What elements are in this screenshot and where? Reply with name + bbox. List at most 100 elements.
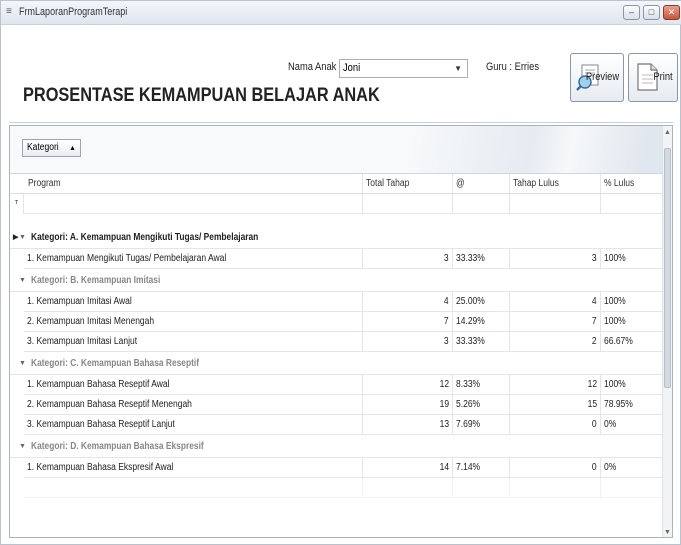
cell-at: 7.69% bbox=[453, 415, 510, 435]
scroll-thumb[interactable] bbox=[664, 148, 671, 388]
group-row[interactable]: ▼ Kategori: C. Kemampuan Bahasa Reseptif bbox=[10, 352, 664, 375]
sort-asc-icon: ▲ bbox=[69, 145, 76, 152]
app-icon: ≡ bbox=[6, 6, 12, 17]
preview-button[interactable]: Preview bbox=[570, 53, 624, 102]
cell-text: 3. Kemampuan Imitasi Lanjut bbox=[27, 336, 138, 347]
table-row[interactable]: 2. Kemampuan Bahasa Reseptif Menengah 19… bbox=[10, 395, 664, 415]
cell-at: 8.33% bbox=[453, 375, 510, 395]
cell-text: 2. Kemampuan Bahasa Reseptif Menengah bbox=[27, 399, 192, 410]
column-header-total-tahap[interactable]: Total Tahap bbox=[363, 174, 453, 194]
cell-text: 0% bbox=[604, 419, 617, 430]
group-by-kategori-label: Kategori bbox=[27, 142, 59, 153]
collapse-icon[interactable]: ▼ bbox=[19, 226, 26, 249]
cell-tahap-lulus: 3 bbox=[510, 249, 601, 269]
group-title: Kategori: A. Kemampuan Mengikuti Tugas/ … bbox=[31, 232, 259, 243]
cell-tahap-lulus: 0 bbox=[510, 458, 601, 478]
column-header-program[interactable]: Program bbox=[10, 174, 363, 194]
collapse-icon[interactable]: ▼ bbox=[19, 269, 26, 292]
table-row[interactable]: 3. Kemampuan Imitasi Lanjut 3 33.33% 2 6… bbox=[10, 332, 664, 352]
cell-persen-lulus: 0% bbox=[601, 458, 664, 478]
group-row[interactable]: ▼ Kategori: D. Kemampuan Bahasa Ekspresi… bbox=[10, 435, 664, 458]
cell-text: 1. Kemampuan Bahasa Reseptif Awal bbox=[27, 379, 170, 390]
scroll-up-icon[interactable]: ▲ bbox=[664, 129, 671, 136]
group-row[interactable]: ▶ ▼ Kategori: A. Kemampuan Mengikuti Tug… bbox=[10, 226, 664, 249]
cell-text: 7 bbox=[592, 316, 597, 327]
row-indicator-icon: ▶ bbox=[13, 234, 19, 241]
cell-at: 33.33% bbox=[453, 332, 510, 352]
column-header-at[interactable]: @ bbox=[453, 174, 510, 194]
cell-at-cut bbox=[453, 478, 510, 498]
cell-text: 1. Kemampuan Mengikuti Tugas/ Pembelajar… bbox=[27, 253, 227, 264]
table-row[interactable]: 2. Kemampuan Imitasi Menengah 7 14.29% 7… bbox=[10, 312, 664, 332]
filter-cell-program[interactable] bbox=[24, 194, 363, 214]
cell-text: @ bbox=[456, 178, 465, 189]
table-row[interactable]: 3. Kemampuan Bahasa Reseptif Lanjut 13 7… bbox=[10, 415, 664, 435]
cell-text: 0 bbox=[592, 419, 597, 430]
filter-row: ᵀ bbox=[10, 194, 664, 214]
table-row[interactable]: 1. Kemampuan Imitasi Awal 4 25.00% 4 100… bbox=[10, 292, 664, 312]
report-window: ≡ FrmLaporanProgramTerapi – □ ✕ PROSENTA… bbox=[0, 0, 681, 545]
filter-cell-persen-lulus[interactable] bbox=[601, 194, 664, 214]
nama-anak-select[interactable]: Joni ▼ bbox=[339, 59, 468, 78]
group-title: Kategori: C. Kemampuan Bahasa Reseptif bbox=[31, 358, 200, 369]
cell-text: 25.00% bbox=[456, 296, 485, 307]
minimize-button[interactable]: – bbox=[623, 5, 640, 20]
cell-total-tahap: 3 bbox=[363, 249, 453, 269]
group-title: Kategori: D. Kemampuan Bahasa Ekspresif bbox=[31, 441, 204, 452]
cell-text: Tahap Lulus bbox=[513, 178, 559, 189]
filter-cell-at[interactable] bbox=[453, 194, 510, 214]
table-row[interactable]: 1. Kemampuan Bahasa Reseptif Awal 12 8.3… bbox=[10, 375, 664, 395]
cell-total-tahap: 3 bbox=[363, 332, 453, 352]
collapse-icon[interactable]: ▼ bbox=[19, 352, 26, 375]
cell-text: 12 bbox=[587, 379, 597, 390]
cell-total-tahap: 7 bbox=[363, 312, 453, 332]
cell-text: 13 bbox=[439, 419, 449, 430]
cell-text: 2 bbox=[592, 336, 597, 347]
cell-persen-lulus: 100% bbox=[601, 312, 664, 332]
page-title: PROSENTASE KEMAMPUAN BELAJAR ANAK bbox=[23, 85, 380, 106]
cell-total-tahap: 4 bbox=[363, 292, 453, 312]
cell-text: 0 bbox=[592, 462, 597, 473]
group-by-kategori-chip[interactable]: Kategori ▲ bbox=[22, 139, 81, 157]
cell-persen-lulus: 78.95% bbox=[601, 395, 664, 415]
table-row[interactable]: 1. Kemampuan Bahasa Ekspresif Awal 14 7.… bbox=[10, 458, 664, 478]
group-row[interactable]: ▼ Kategori: B. Kemampuan Imitasi bbox=[10, 269, 664, 292]
cell-total-tahap: 12 bbox=[363, 375, 453, 395]
column-header-persen-lulus[interactable]: % Lulus bbox=[601, 174, 664, 194]
cell-at: 5.26% bbox=[453, 395, 510, 415]
cell-program: 3. Kemampuan Bahasa Reseptif Lanjut bbox=[24, 415, 363, 435]
print-label: Print bbox=[653, 71, 673, 83]
cell-text: 4 bbox=[592, 296, 597, 307]
title-bar: ≡ FrmLaporanProgramTerapi – □ ✕ bbox=[1, 1, 681, 25]
cell-text: 7.69% bbox=[456, 419, 481, 430]
cell-program: 2. Kemampuan Imitasi Menengah bbox=[24, 312, 363, 332]
collapse-icon[interactable]: ▼ bbox=[19, 435, 26, 458]
cell-text: 0% bbox=[604, 462, 617, 473]
cell-text: 19 bbox=[439, 399, 449, 410]
close-button[interactable]: ✕ bbox=[663, 5, 680, 20]
column-header-tahap-lulus[interactable]: Tahap Lulus bbox=[510, 174, 601, 194]
cell-tahap-lulus-cut bbox=[510, 478, 601, 498]
cell-total-tahap: 14 bbox=[363, 458, 453, 478]
cell-text: 33.33% bbox=[456, 336, 485, 347]
cell-persen-lulus-cut bbox=[601, 478, 664, 498]
cell-program: 1. Kemampuan Bahasa Ekspresif Awal bbox=[24, 458, 363, 478]
cell-text: 3 bbox=[444, 336, 449, 347]
table-row[interactable]: 1. Kemampuan Mengikuti Tugas/ Pembelajar… bbox=[10, 249, 664, 269]
maximize-button[interactable]: □ bbox=[643, 5, 660, 20]
print-button[interactable]: Print bbox=[628, 53, 678, 102]
guru-label: Guru : Erries bbox=[486, 61, 540, 73]
cell-text: 3. Kemampuan Bahasa Reseptif Lanjut bbox=[27, 419, 175, 430]
filter-cell-tahap-lulus[interactable] bbox=[510, 194, 601, 214]
chevron-down-icon: ▼ bbox=[454, 64, 462, 73]
table-row-partial[interactable] bbox=[10, 478, 664, 498]
filter-cell-total-tahap[interactable] bbox=[363, 194, 453, 214]
cell-text: 5.26% bbox=[456, 399, 481, 410]
vertical-scrollbar[interactable]: ▲ ▼ bbox=[662, 126, 672, 537]
group-title: Kategori: B. Kemampuan Imitasi bbox=[31, 275, 161, 286]
cell-program: 1. Kemampuan Mengikuti Tugas/ Pembelajar… bbox=[24, 249, 363, 269]
scroll-down-icon[interactable]: ▼ bbox=[664, 529, 671, 536]
filter-icon[interactable]: ᵀ bbox=[10, 194, 24, 214]
group-by-panel: Kategori ▲ bbox=[10, 126, 672, 174]
cell-tahap-lulus: 15 bbox=[510, 395, 601, 415]
